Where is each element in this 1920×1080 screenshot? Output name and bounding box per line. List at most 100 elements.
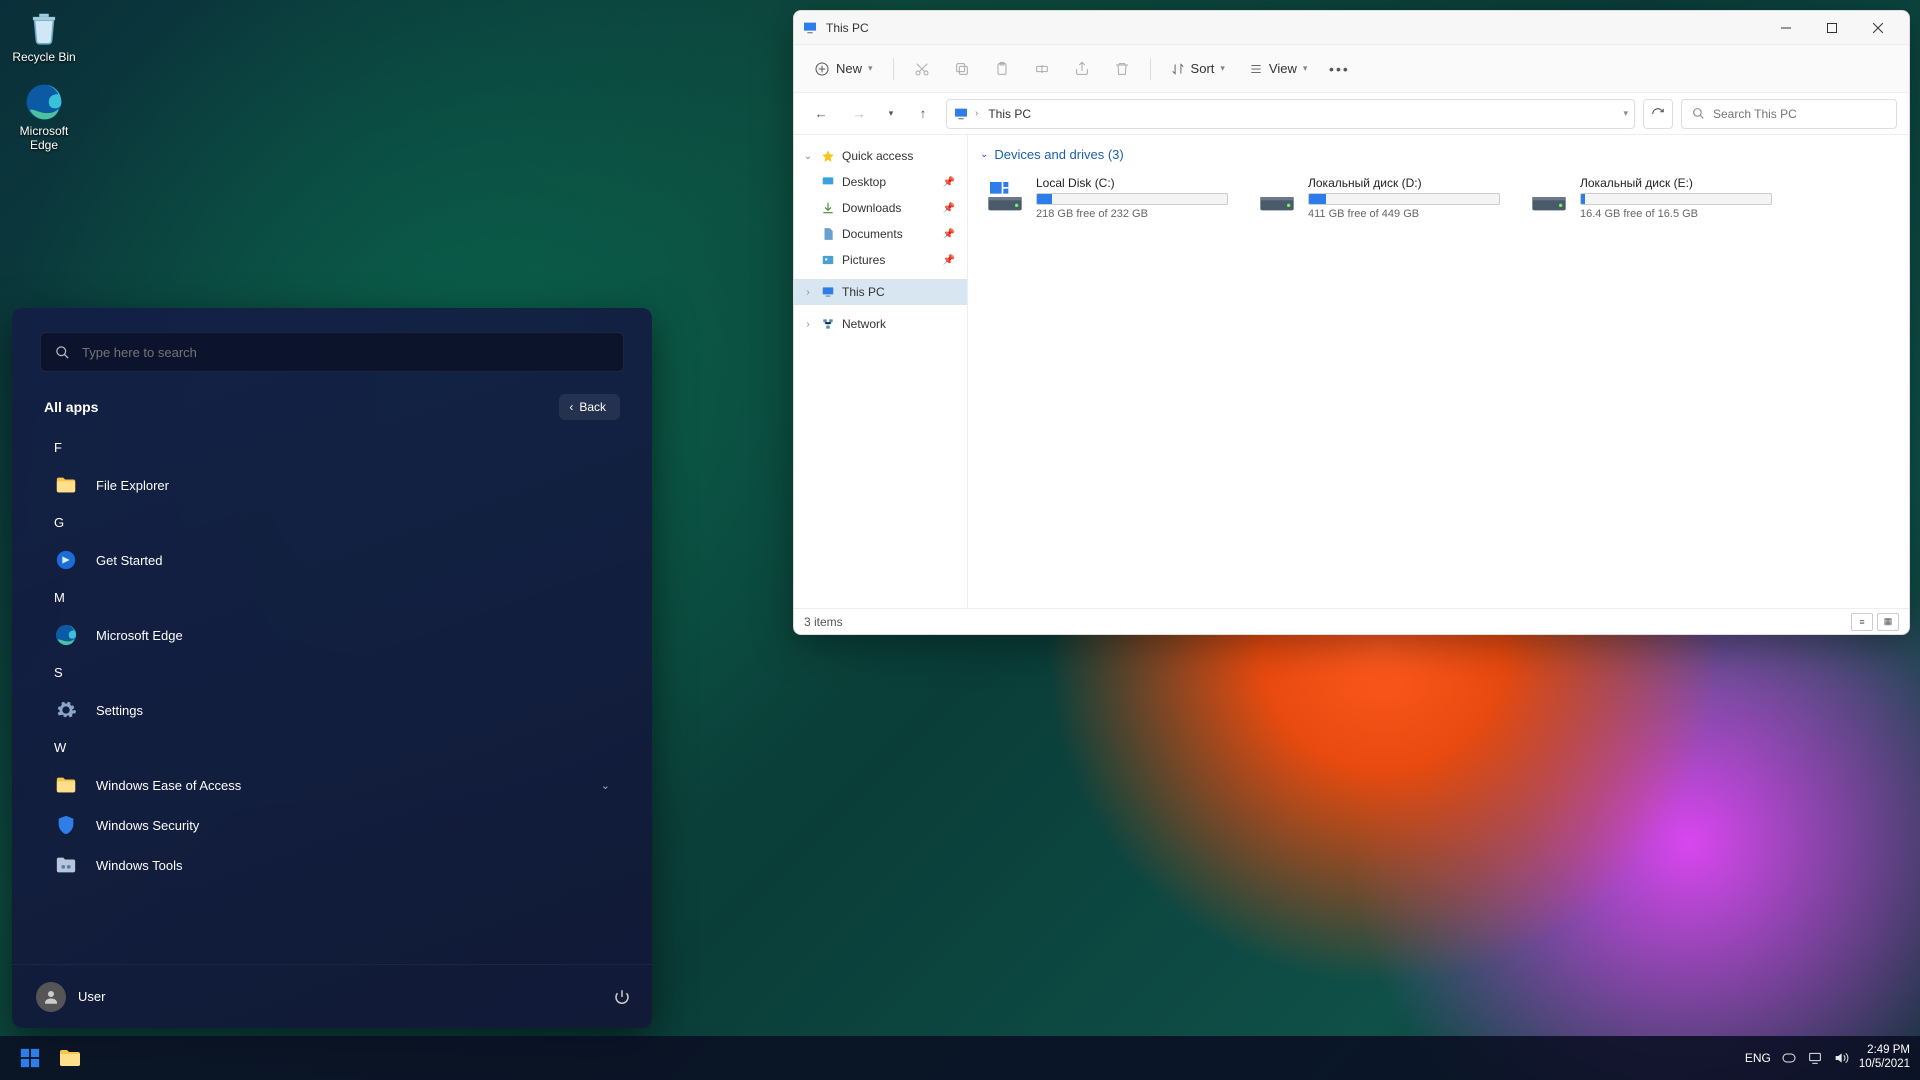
app-item-settings[interactable]: Settings [44,690,620,730]
network-icon [820,316,836,332]
sort-button[interactable]: Sort ▾ [1161,52,1235,86]
chevron-right-icon: › [802,319,814,330]
app-item-get-started[interactable]: Get Started [44,540,620,580]
more-button[interactable]: ••• [1321,52,1357,86]
maximize-button[interactable] [1809,11,1855,45]
download-icon [820,200,836,216]
sidebar-item-downloads[interactable]: Downloads 📌 [794,195,967,221]
view-details-button[interactable]: ≡ [1851,613,1873,631]
sort-label: Sort [1191,61,1215,76]
sidebar-item-network[interactable]: › Network [794,311,967,337]
delete-button[interactable] [1104,52,1140,86]
desktop-icon-recycle-bin[interactable]: Recycle Bin [8,8,80,64]
close-button[interactable] [1855,11,1901,45]
rename-button[interactable] [1024,52,1060,86]
start-button[interactable] [10,1038,50,1078]
explorer-search-input[interactable] [1713,107,1886,121]
share-icon [1074,61,1090,77]
forward-nav-button[interactable]: → [844,99,874,129]
app-letter-f[interactable]: F [44,430,620,465]
power-icon [613,988,631,1006]
user-account-button[interactable]: User [24,974,117,1020]
folder-icon [58,1046,82,1070]
start-search-input[interactable] [82,345,609,360]
chevron-right-icon: › [802,287,814,298]
sidebar-item-this-pc[interactable]: › This PC [794,279,967,305]
up-nav-button[interactable]: ↑ [908,99,938,129]
app-label: File Explorer [96,478,169,493]
app-letter-m[interactable]: M [44,580,620,615]
recent-nav-button[interactable]: ▾ [882,99,900,129]
app-item-edge[interactable]: Microsoft Edge [44,615,620,655]
view-label: View [1269,61,1297,76]
user-avatar-icon [36,982,66,1012]
app-letter-s[interactable]: S [44,655,620,690]
back-label: Back [579,400,606,414]
chevron-down-icon: ▾ [868,63,873,74]
address-bar[interactable]: › This PC ▾ [946,99,1635,129]
sidebar-item-quick-access[interactable]: ⌄ Quick access [794,143,967,169]
share-button[interactable] [1064,52,1100,86]
clock-time: 2:49 PM [1859,1044,1910,1058]
window-title: This PC [826,21,869,35]
view-button[interactable]: View ▾ [1239,52,1317,86]
tray-volume-icon[interactable] [1833,1050,1849,1066]
explorer-search-box[interactable] [1681,99,1897,129]
sidebar-item-label: Network [842,317,886,331]
taskbar: ENG 2:49 PM 10/5/2021 [0,1036,1920,1080]
app-letter-w[interactable]: W [44,730,620,765]
breadcrumb[interactable]: This PC [984,107,1035,121]
drive-icon [984,176,1026,218]
sidebar-item-documents[interactable]: Documents 📌 [794,221,967,247]
power-button[interactable] [604,979,640,1015]
tools-icon [54,853,78,877]
paste-button[interactable] [984,52,1020,86]
sidebar-item-desktop[interactable]: Desktop 📌 [794,169,967,195]
drive-item[interactable]: Локальный диск (E:) 16.4 GB free of 16.5… [1524,172,1776,224]
ellipsis-icon: ••• [1329,61,1350,77]
pin-icon: 📌 [943,255,959,266]
address-dropdown-icon[interactable]: ▾ [1623,108,1628,119]
app-item-file-explorer[interactable]: File Explorer [44,465,620,505]
sidebar-item-pictures[interactable]: Pictures 📌 [794,247,967,273]
sidebar-item-label: Documents [842,227,903,241]
desktop-icon [820,174,836,190]
app-letter-g[interactable]: G [44,505,620,540]
tray-network-icon[interactable] [1807,1050,1823,1066]
edge-icon [54,623,78,647]
app-item-windows-security[interactable]: Windows Security [44,805,620,845]
back-nav-button[interactable]: ← [806,99,836,129]
new-button[interactable]: New ▾ [804,52,883,86]
sidebar-item-label: Pictures [842,253,885,267]
sidebar-item-label: Desktop [842,175,886,189]
drive-item[interactable]: Локальный диск (D:) 411 GB free of 449 G… [1252,172,1504,224]
start-search-box[interactable] [40,332,624,372]
pin-icon: 📌 [943,229,959,240]
section-header-devices[interactable]: ⌄ Devices and drives (3) [980,143,1897,172]
rename-icon [1034,61,1050,77]
tray-onedrive-icon[interactable] [1781,1050,1797,1066]
taskbar-clock[interactable]: 2:49 PM 10/5/2021 [1859,1044,1910,1072]
sidebar-item-label: This PC [842,285,885,299]
cut-button[interactable] [904,52,940,86]
window-titlebar[interactable]: This PC [794,11,1909,45]
plus-circle-icon [814,61,830,77]
view-tiles-button[interactable]: ▦ [1877,613,1899,631]
edge-icon [24,82,64,122]
app-item-ease-of-access[interactable]: Windows Ease of Access ⌄ [44,765,620,805]
arrow-right-icon: → [852,106,865,121]
refresh-button[interactable] [1643,99,1673,129]
copy-button[interactable] [944,52,980,86]
app-item-windows-tools[interactable]: Windows Tools [44,845,620,885]
sort-icon [1171,62,1185,76]
app-label: Get Started [96,553,162,568]
explorer-sidebar: ⌄ Quick access Desktop 📌 Downloads 📌 Doc… [794,135,968,608]
taskbar-item-file-explorer[interactable] [50,1038,90,1078]
back-button[interactable]: ‹ Back [559,394,620,420]
desktop-icon-edge[interactable]: Microsoft Edge [8,82,80,152]
get-started-icon [54,548,78,572]
minimize-button[interactable] [1763,11,1809,45]
sidebar-item-label: Quick access [842,149,913,163]
language-indicator[interactable]: ENG [1745,1051,1771,1065]
drive-item[interactable]: Local Disk (C:) 218 GB free of 232 GB [980,172,1232,224]
